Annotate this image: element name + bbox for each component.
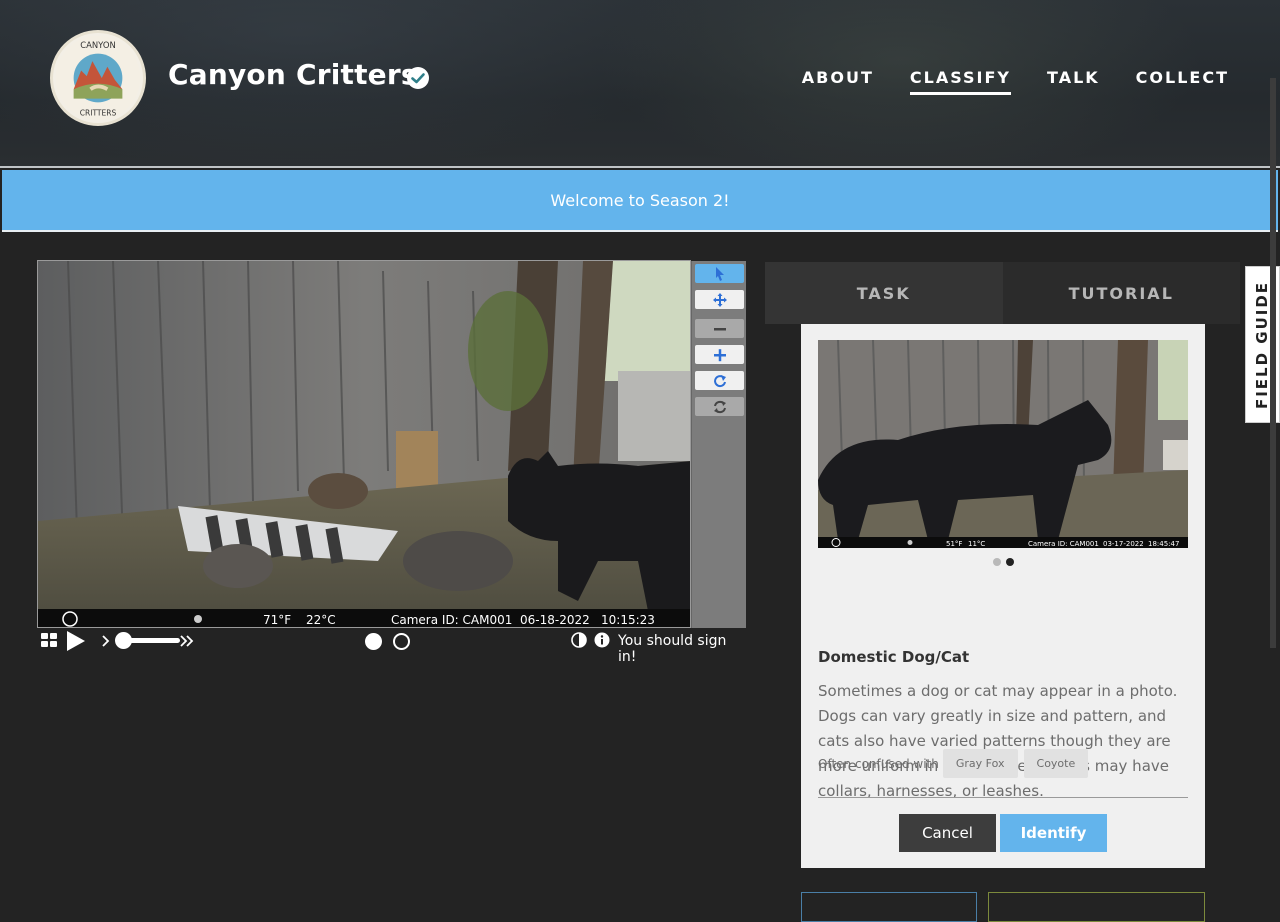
svg-text:03-17-2022: 03-17-2022 xyxy=(1103,540,1144,548)
svg-text:71°F: 71°F xyxy=(263,613,291,627)
choice-title: Domestic Dog/Cat xyxy=(818,648,970,666)
choice-example-image[interactable]: 51°F 11°C Camera ID: CAM001 03-17-2022 1… xyxy=(818,340,1188,548)
zoom-out-icon xyxy=(713,327,726,330)
project-logo[interactable]: CANYON CRITTERS xyxy=(50,30,146,126)
grid-icon xyxy=(41,633,57,647)
info-icon xyxy=(594,632,610,648)
choice-description: Sometimes a dog or cat may appear in a p… xyxy=(818,682,1178,800)
svg-text:51°F: 51°F xyxy=(946,540,962,548)
svg-text:CRITTERS: CRITTERS xyxy=(80,109,117,118)
project-nav: ABOUT CLASSIFY TALK COLLECT xyxy=(802,68,1229,95)
identify-button[interactable]: Identify xyxy=(1000,814,1107,852)
tab-tutorial[interactable]: TUTORIAL xyxy=(1002,262,1240,324)
zoom-in-icon xyxy=(713,348,726,361)
play-button[interactable] xyxy=(66,630,86,652)
task-tabs: TASK TUTORIAL xyxy=(765,262,1240,324)
chevron-right-icon xyxy=(102,635,110,647)
task-area: TASK TUTORIAL 51°F 11°C Camera ID: CAM00… xyxy=(765,262,1240,912)
svg-text:Camera ID: CAM001: Camera ID: CAM001 xyxy=(391,613,512,627)
rotate-button[interactable] xyxy=(695,371,744,390)
double-chevron-right-icon xyxy=(180,635,194,647)
svg-text:11°C: 11°C xyxy=(968,540,985,548)
reset-button[interactable] xyxy=(695,397,744,416)
confused-with-coyote[interactable]: Coyote xyxy=(1023,749,1089,778)
project-title[interactable]: Canyon Critters xyxy=(168,58,418,91)
grid-view-button[interactable] xyxy=(41,632,57,648)
subject-image[interactable]: 71°F 22°C Camera ID: CAM001 06-18-2022 1… xyxy=(37,260,691,628)
carousel-dot-1[interactable] xyxy=(992,558,1001,566)
site-header: CANYON CRITTERS Canyon Critters ABOUT CL… xyxy=(0,0,1280,168)
move-icon xyxy=(712,292,727,307)
confused-with-row: Often confused with Gray Fox Coyote xyxy=(818,749,1094,778)
nav-about[interactable]: ABOUT xyxy=(802,68,874,95)
play-icon xyxy=(67,631,85,651)
zoom-in-button[interactable] xyxy=(695,345,744,364)
zoom-out-button[interactable] xyxy=(695,319,744,338)
tab-task[interactable]: TASK xyxy=(765,262,1003,324)
image-toolbar xyxy=(691,261,746,628)
choice-detail-card: 51°F 11°C Camera ID: CAM001 03-17-2022 1… xyxy=(801,324,1205,868)
image-carousel-dots xyxy=(801,558,1205,566)
viewer-controls: You should sign in! xyxy=(40,630,748,665)
confused-with-label: Often confused with xyxy=(818,756,939,771)
svg-text:10:15:23: 10:15:23 xyxy=(601,613,655,627)
contrast-icon xyxy=(571,632,587,648)
check-circle-icon xyxy=(406,66,430,90)
pointer-tool-button[interactable] xyxy=(695,264,744,283)
svg-text:18:45:47: 18:45:47 xyxy=(1148,540,1179,548)
reset-icon xyxy=(713,400,726,413)
faster-button[interactable] xyxy=(179,633,195,649)
svg-text:CANYON: CANYON xyxy=(80,40,116,50)
field-guide-label: FIELD GUIDE xyxy=(1253,280,1272,409)
bottom-button-2[interactable] xyxy=(988,892,1205,922)
svg-text:22°C: 22°C xyxy=(306,613,336,627)
pointer-icon xyxy=(715,266,724,281)
frame-dot-2[interactable] xyxy=(393,633,410,650)
metadata-button[interactable] xyxy=(594,632,610,648)
svg-text:Camera ID: CAM001: Camera ID: CAM001 xyxy=(1028,540,1099,548)
nav-collect[interactable]: COLLECT xyxy=(1136,68,1229,95)
speed-slider-handle[interactable] xyxy=(115,632,132,649)
page-scrollbar[interactable] xyxy=(1270,78,1276,648)
invert-button[interactable] xyxy=(571,632,587,648)
frame-dot-1[interactable] xyxy=(365,633,382,650)
svg-text:06-18-2022: 06-18-2022 xyxy=(520,613,590,627)
announcement-banner: Welcome to Season 2! xyxy=(2,170,1278,232)
bottom-button-1[interactable] xyxy=(801,892,977,922)
slower-button[interactable] xyxy=(100,633,112,649)
move-tool-button[interactable] xyxy=(695,290,744,309)
cancel-button[interactable]: Cancel xyxy=(899,814,996,852)
banner-message: Welcome to Season 2! xyxy=(550,190,730,210)
rotate-icon xyxy=(713,374,726,387)
nav-classify[interactable]: CLASSIFY xyxy=(909,68,1012,95)
carousel-dot-2[interactable] xyxy=(1005,558,1014,566)
sign-in-message: You should sign in! xyxy=(618,633,727,665)
divider xyxy=(818,797,1188,798)
confused-with-gray-fox[interactable]: Gray Fox xyxy=(942,749,1018,778)
nav-talk[interactable]: TALK xyxy=(1047,68,1100,95)
